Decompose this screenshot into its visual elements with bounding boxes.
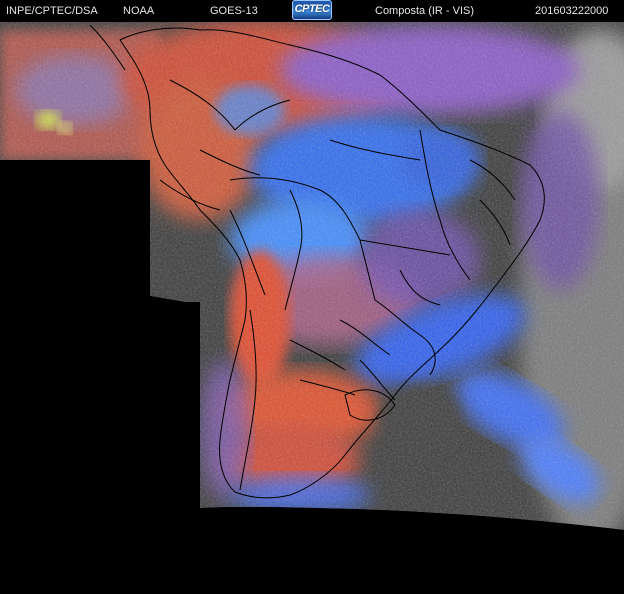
cptec-logo-text: CPTEC bbox=[294, 3, 330, 15]
satellite-label: GOES-13 bbox=[210, 5, 258, 17]
product-label: Composta (IR - VIS) bbox=[375, 5, 475, 17]
satellite-image-frame: INPE/CPTEC/DSA NOAA GOES-13 Composta (IR… bbox=[0, 0, 624, 594]
satellite-composite-map bbox=[0, 22, 624, 594]
institution-label: INPE/CPTEC/DSA bbox=[6, 5, 98, 17]
timestamp-label: 201603222000 bbox=[535, 5, 609, 17]
agency-label: NOAA bbox=[123, 5, 155, 17]
cptec-logo: CPTEC bbox=[292, 0, 332, 20]
